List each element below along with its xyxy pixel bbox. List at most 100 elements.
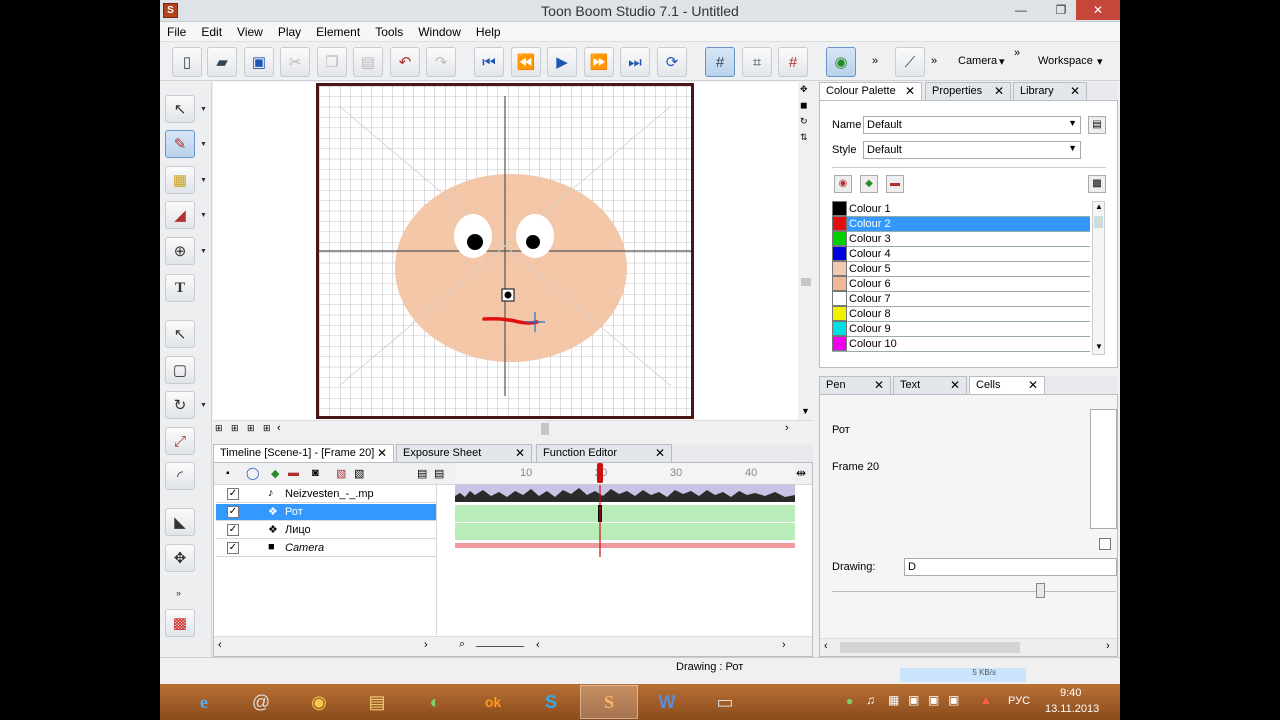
scroll-right-icon[interactable]: › — [424, 639, 428, 651]
word-icon[interactable]: W — [638, 685, 696, 719]
transform-tool-icon[interactable]: ↖ — [165, 320, 195, 348]
layer-props-icon[interactable]: ◯ — [246, 466, 259, 480]
scroll-down-icon[interactable]: ▼ — [1095, 342, 1103, 351]
close-icon[interactable]: ✕ — [1028, 378, 1038, 392]
add-peg-icon[interactable]: ▧ — [336, 467, 346, 480]
close-button[interactable]: ✕ — [1076, 0, 1120, 20]
tab-pen[interactable]: Pen ✕ — [819, 376, 891, 394]
chevron-down-icon[interactable]: ▼ — [200, 177, 207, 184]
menu-tools[interactable]: Tools — [368, 22, 411, 39]
colour-list[interactable]: Colour 1 Colour 2 Colour 3 Colour 4 Colour 5… — [820, 199, 1117, 357]
add-colour-icon[interactable]: ◆ — [860, 175, 878, 193]
colour-row[interactable]: Colour 9 — [832, 321, 1090, 337]
camera-track[interactable] — [455, 543, 795, 548]
colour-swatch[interactable] — [832, 261, 847, 276]
colour-swatch[interactable] — [832, 276, 847, 291]
chevron-down-icon[interactable]: ▼ — [1068, 118, 1077, 128]
add-camera-icon[interactable]: ▧ — [354, 467, 364, 480]
menu-view[interactable]: View — [230, 22, 271, 39]
clock-date[interactable]: 13.11.2013 — [1045, 703, 1099, 715]
motion-tool-icon[interactable]: ◣ — [165, 508, 195, 536]
open-icon[interactable]: ▰ — [207, 47, 237, 77]
tab-text[interactable]: Text ✕ — [893, 376, 967, 394]
zoom-tool-icon[interactable]: ⊕ — [165, 237, 195, 265]
menu-help[interactable]: Help — [469, 22, 509, 39]
chevron-down-icon[interactable]: ▼ — [200, 402, 207, 409]
last-frame-icon[interactable]: ⏭ — [620, 47, 650, 77]
layer-row-face[interactable]: ✓ ❖ Лицо — [216, 522, 436, 539]
workspace-dropdown-icon[interactable]: ▾ — [1097, 55, 1103, 68]
view-tool-4-icon[interactable]: ⊞ — [263, 423, 271, 434]
tab-cells[interactable]: Cells ✕ — [969, 376, 1045, 394]
app-icon[interactable]: ◐ — [406, 685, 464, 719]
add-sound-icon[interactable]: ◙ — [312, 467, 319, 479]
drawing-area[interactable] — [316, 83, 694, 419]
close-icon[interactable]: ✕ — [377, 446, 387, 460]
toolbar-more-2[interactable]: » — [931, 55, 937, 67]
menu-file[interactable]: File — [160, 22, 194, 39]
volume-icon[interactable]: ♫ — [866, 693, 875, 707]
tray-icon[interactable]: ▣ — [948, 693, 959, 707]
previous-frame-icon[interactable]: ⏪ — [511, 47, 541, 77]
onion-skin-icon[interactable]: ◉ — [826, 47, 856, 77]
left-eye[interactable] — [454, 214, 492, 258]
grid-icon[interactable]: # — [705, 47, 735, 77]
safe-area-icon[interactable]: # — [778, 47, 808, 77]
toolbar-more-3[interactable]: » — [1014, 47, 1020, 59]
scroll-right-icon[interactable]: › — [1106, 640, 1110, 652]
paste-icon[interactable]: ▤ — [353, 47, 383, 77]
view-flip-icon[interactable]: ⇅ — [800, 132, 808, 143]
canvas-art[interactable] — [319, 86, 691, 416]
scale-tool-icon[interactable]: ⤢ — [165, 427, 195, 455]
right-eye[interactable] — [516, 214, 554, 258]
colour-view-icon[interactable]: ▩ — [1088, 175, 1106, 193]
scroll-up-icon[interactable]: ▲ — [1095, 202, 1103, 211]
scroll-right-icon[interactable]: › — [782, 639, 786, 651]
skype-icon[interactable]: S — [522, 685, 580, 719]
colour-swatch[interactable] — [832, 246, 847, 261]
close-icon[interactable]: ✕ — [994, 84, 1004, 98]
text-tool-icon[interactable]: T — [165, 274, 195, 302]
view-tool-1-icon[interactable]: ⊞ — [215, 423, 223, 434]
colour-swatch[interactable] — [832, 306, 847, 321]
tools-expand-icon[interactable]: » — [176, 588, 181, 598]
colour-swatch[interactable] — [832, 336, 847, 351]
colour-row[interactable]: Colour 1 — [832, 201, 1090, 217]
colour-picker-icon[interactable]: ◉ — [834, 175, 852, 193]
chevron-down-icon[interactable]: ▼ — [1068, 143, 1077, 153]
chevron-down-icon[interactable]: ▼ — [200, 106, 207, 113]
scroll-right-icon[interactable]: › — [785, 422, 789, 434]
maximize-button[interactable]: ❐ — [1047, 0, 1075, 20]
tab-exposure-sheet[interactable]: Exposure Sheet ✕ — [396, 444, 532, 462]
colour-row[interactable]: Colour 2 — [832, 216, 1090, 232]
palette-name-select[interactable]: Default ▼ — [863, 116, 1081, 134]
menu-play[interactable]: Play — [271, 22, 309, 39]
drawing-slider-thumb[interactable] — [1036, 583, 1045, 598]
scroll-left-icon[interactable]: ‹ — [218, 639, 222, 651]
scroll-left-icon[interactable]: ‹ — [536, 639, 540, 651]
menu-edit[interactable]: Edit — [194, 22, 230, 39]
hand-tool-icon[interactable]: ✥ — [165, 544, 195, 572]
toonboom-icon[interactable]: S — [580, 685, 638, 719]
tab-colour-palette[interactable]: Colour Palette ✕ — [819, 82, 922, 100]
remove-colour-icon[interactable]: ▬ — [886, 175, 904, 193]
close-icon[interactable]: ✕ — [1070, 84, 1080, 98]
next-frame-icon[interactable]: ⏩ — [584, 47, 614, 77]
colour-row[interactable]: Colour 4 — [832, 246, 1090, 262]
vertical-scroll-thumb[interactable] — [801, 278, 811, 286]
language-indicator[interactable]: РУС — [1008, 695, 1030, 707]
pen-pressure-icon[interactable]: ⟋ — [895, 47, 925, 77]
tab-properties[interactable]: Properties ✕ — [925, 82, 1011, 100]
scroll-thumb[interactable] — [840, 642, 1020, 653]
horizontal-scroll-thumb[interactable] — [541, 423, 549, 435]
copy-icon[interactable]: ❐ — [317, 47, 347, 77]
workspace-menu[interactable]: Workspace — [1038, 55, 1093, 67]
tab-function-editor[interactable]: Function Editor ✕ — [536, 444, 672, 462]
layer-row-mouth[interactable]: ✓ ❖ Рот — [216, 504, 436, 521]
contour-tool-icon[interactable]: ▢ — [165, 356, 195, 384]
chevron-down-icon[interactable]: ▼ — [200, 212, 207, 219]
drawing-viewport[interactable] — [213, 82, 810, 420]
brush-tool-icon[interactable]: ✎ — [165, 130, 195, 158]
close-icon[interactable]: ✕ — [655, 446, 665, 460]
pivot-marker-icon[interactable] — [501, 288, 515, 302]
